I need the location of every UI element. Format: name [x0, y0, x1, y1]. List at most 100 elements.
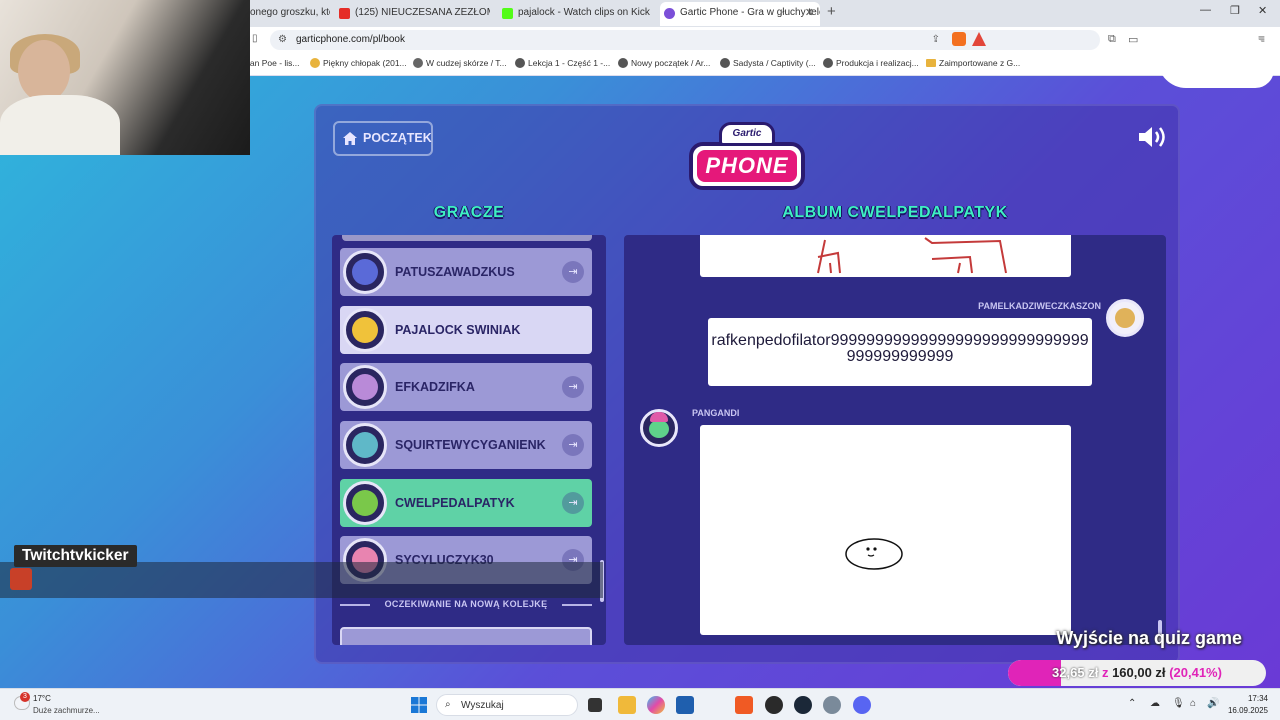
- brave-rewards-icon[interactable]: [972, 32, 986, 46]
- kick-icon[interactable]: ⇥: [562, 376, 584, 398]
- tab-label: onego groszku, któr: [250, 7, 330, 18]
- goal-title: Wyjście na quiz game: [1056, 628, 1242, 648]
- weather-description: Duże zachmurze...: [33, 706, 100, 715]
- player-card-current[interactable]: CWELPEDALPATYK ⇥: [340, 479, 592, 527]
- onedrive-icon[interactable]: ☁: [1150, 698, 1160, 709]
- chat-avatar: [10, 568, 32, 590]
- player-card[interactable]: EFKADZIFKA ⇥: [340, 363, 592, 411]
- close-window-icon[interactable]: ✕: [1258, 4, 1267, 17]
- bookmark-item[interactable]: Produkcja i realizacj...: [823, 58, 919, 68]
- share-icon[interactable]: ⇪: [932, 34, 940, 45]
- drawing-current: [700, 425, 1071, 635]
- author-avatar: [1106, 299, 1144, 337]
- cloud-sticker: [1158, 32, 1274, 88]
- bookmark-item[interactable]: Sadysta / Captivity (...: [720, 58, 816, 68]
- waiting-player-card[interactable]: [340, 627, 592, 645]
- avatar: [343, 481, 387, 525]
- album-panel[interactable]: PAMELKADZIWECZKASZON rafkenpedofilator99…: [624, 235, 1166, 645]
- search-placeholder: Wyszukaj: [461, 700, 504, 711]
- steam-icon[interactable]: [794, 696, 812, 714]
- player-name: SQUIRTEWYCYGANIENK: [395, 438, 546, 452]
- bookmark-item[interactable]: Piękny chłopak (201...: [310, 58, 407, 68]
- player-card[interactable]: SQUIRTEWYCYGANIENK ⇥: [340, 421, 592, 469]
- goal-text: 32,65 zł z 160,00 zł (20,41%): [1008, 660, 1266, 686]
- kick-icon[interactable]: ⇥: [562, 261, 584, 283]
- close-tab-icon[interactable]: ✕: [805, 2, 814, 24]
- player-card[interactable]: PATUSZAWADZKUS ⇥: [340, 248, 592, 296]
- avatar: [343, 250, 387, 294]
- file-explorer-icon[interactable]: [618, 696, 636, 714]
- app-icon[interactable]: [765, 696, 783, 714]
- clock-time[interactable]: 17:34: [1248, 694, 1268, 703]
- guess-bubble: rafkenpedofilator99999999999999999999999…: [708, 318, 1092, 386]
- tab-1[interactable]: onego groszku, któr: [250, 2, 330, 26]
- divider-line: [562, 604, 592, 606]
- avatar-hat: [650, 412, 668, 422]
- divider-line: [340, 604, 370, 606]
- bookmark-label: Produkcja i realizacj...: [836, 58, 919, 68]
- bookmark-icon[interactable]: ▯: [252, 33, 258, 44]
- bookmark-item[interactable]: lan Poe - lis...: [248, 58, 300, 68]
- goal-separator: z: [1101, 665, 1109, 680]
- brave-shield-icon[interactable]: [952, 32, 966, 46]
- author-name: PANGANDI: [692, 408, 740, 418]
- bookmark-item[interactable]: Lekcja 1 - Część 1 -...: [515, 58, 610, 68]
- extensions-icon[interactable]: ⧉: [1108, 33, 1116, 46]
- tray-chevron-icon[interactable]: ⌃: [1128, 698, 1136, 709]
- avatar-face: [352, 490, 378, 516]
- bookmark-item[interactable]: Nowy początek / Ar...: [618, 58, 710, 68]
- goal-progress-bar: 32,65 zł z 160,00 zł (20,41%): [1008, 660, 1266, 686]
- store-icon[interactable]: [676, 696, 694, 714]
- clock-date[interactable]: 16.09.2025: [1228, 706, 1268, 715]
- bookmark-label: Piękny chłopak (201...: [323, 58, 407, 68]
- sidebar-icon[interactable]: ▭: [1128, 33, 1138, 46]
- bookmark-label: Sadysta / Captivity (...: [733, 58, 816, 68]
- home-button[interactable]: POCZĄTEK: [333, 121, 433, 156]
- url-field[interactable]: ⚙ garticphone.com/pl/book ⇪: [270, 30, 1100, 50]
- player-card-host[interactable]: PAJALOCK SWINIAK: [340, 306, 592, 354]
- tab-gartic-phone[interactable]: Gartic Phone - Gra w głuchy tele ✕: [660, 2, 820, 26]
- logo-main-text: PHONE: [697, 150, 797, 182]
- player-name: EFKADZIFKA: [395, 380, 475, 394]
- avatar-face: [352, 374, 378, 400]
- tab-3[interactable]: pajalock - Watch clips on Kick: [498, 2, 653, 26]
- network-icon[interactable]: ⌂: [1190, 698, 1196, 709]
- bookmark-label: W cudzej skórze / T...: [426, 58, 507, 68]
- volume-icon[interactable]: 🔊: [1207, 698, 1219, 709]
- settings-icon[interactable]: [823, 696, 841, 714]
- avatar: [343, 308, 387, 352]
- author-avatar: [640, 409, 678, 447]
- drawing-previous: [700, 235, 1071, 277]
- windows-start-icon[interactable]: [411, 697, 427, 713]
- taskbar-search[interactable]: ⌕ Wyszukaj: [436, 694, 578, 716]
- microphone-icon[interactable]: 🎙: [1172, 698, 1185, 709]
- discord-icon[interactable]: [853, 696, 871, 714]
- copilot-icon[interactable]: [647, 696, 665, 714]
- tab-label: Gartic Phone - Gra w głuchy tele: [680, 7, 820, 18]
- avatar: [343, 423, 387, 467]
- restore-icon[interactable]: ❐: [1230, 4, 1240, 17]
- tab-2[interactable]: (125) NIEUCZESANA ZEZŁOMOWANI: [335, 2, 490, 26]
- bookmark-favicon: [720, 58, 730, 68]
- minimize-icon[interactable]: —: [1200, 4, 1211, 16]
- task-view-icon[interactable]: [588, 698, 602, 712]
- avatar: [343, 365, 387, 409]
- sound-icon[interactable]: [1137, 125, 1167, 149]
- avatar-face: [352, 432, 378, 458]
- site-info-icon[interactable]: ⚙: [278, 34, 287, 45]
- kick-icon[interactable]: ⇥: [562, 434, 584, 456]
- new-tab-icon[interactable]: +: [827, 3, 836, 20]
- bookmark-label: Zaimportowane z G...: [939, 58, 1021, 68]
- players-title: GRACZE: [433, 204, 505, 221]
- kick-icon[interactable]: ⇥: [562, 492, 584, 514]
- bookmark-folder[interactable]: Zaimportowane z G...: [926, 58, 1020, 68]
- brave-icon[interactable]: [735, 696, 753, 714]
- logo-main-plate: PHONE: [689, 142, 805, 190]
- waiting-divider: OCZEKIWANIE NA NOWĄ KOLEJKĘ: [340, 597, 592, 613]
- bookmark-item[interactable]: W cudzej skórze / T...: [413, 58, 507, 68]
- weather-badge: 3: [20, 692, 30, 702]
- player-card-partial: [342, 235, 592, 241]
- avatar-face: [352, 317, 378, 343]
- bookmark-label: Nowy początek / Ar...: [631, 58, 711, 68]
- goal-current: 32,65 zł: [1052, 665, 1099, 680]
